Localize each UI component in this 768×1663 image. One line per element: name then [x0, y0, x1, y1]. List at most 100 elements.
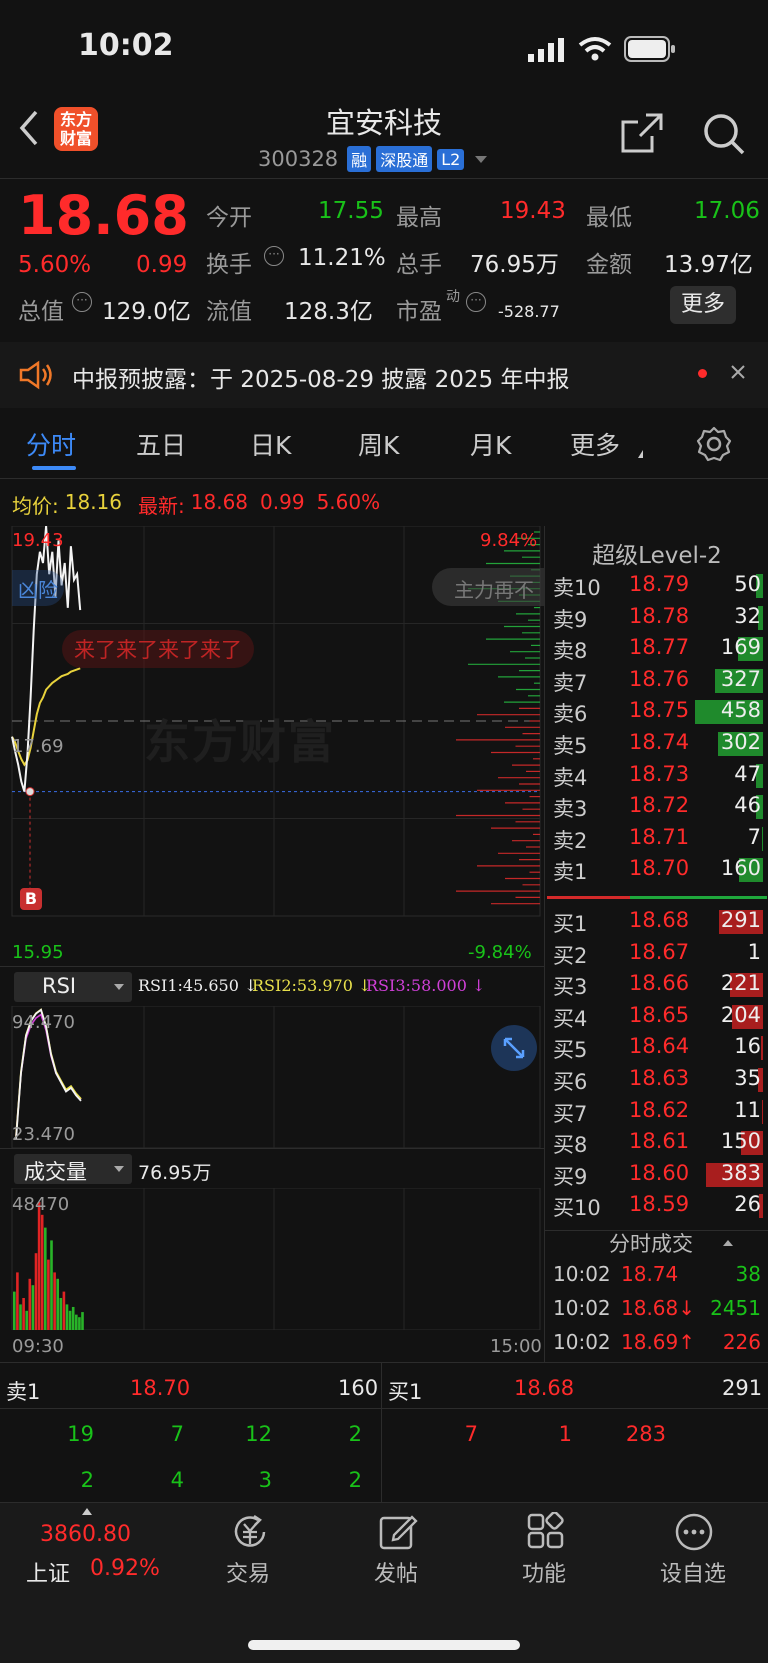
- bid-level[interactable]: 买9 18.60 383: [545, 1159, 768, 1191]
- rsi-frame: [11, 1006, 541, 1148]
- info-icon[interactable]: ···: [264, 246, 284, 266]
- tab-five-day[interactable]: 五日: [136, 426, 186, 462]
- more-button[interactable]: 更多: [670, 286, 736, 324]
- ask-level[interactable]: 卖9 18.78 32: [545, 602, 768, 634]
- close-icon[interactable]: [730, 364, 746, 380]
- trade-row: 10:02 18.74 38: [545, 1260, 768, 1294]
- nav-trade-label[interactable]: 交易: [226, 1556, 270, 1588]
- trade-icon[interactable]: [230, 1512, 270, 1552]
- rsi-bottom: 23.470: [12, 1124, 75, 1145]
- volume-bar: [71, 1306, 75, 1330]
- search-icon[interactable]: [702, 112, 746, 156]
- level-label: 买8: [553, 1133, 588, 1158]
- ask-queue-order: 4: [170, 1468, 184, 1492]
- rsi3-value: RSI3:58.000 ↓: [366, 976, 486, 995]
- level-qty: 47: [734, 761, 761, 786]
- x-label-start: 09:30: [12, 1336, 64, 1357]
- settings-icon[interactable]: [696, 426, 732, 462]
- info-icon[interactable]: ···: [72, 292, 92, 312]
- bid-level[interactable]: 买8 18.61 150: [545, 1127, 768, 1159]
- level-label: 卖9: [553, 607, 588, 632]
- watermark: 东方财富: [144, 715, 336, 769]
- level-label: 卖7: [553, 670, 588, 695]
- ask-level[interactable]: 卖6 18.75 458: [545, 696, 768, 728]
- level-price: 18.68: [629, 908, 690, 932]
- nav-post-label[interactable]: 发帖: [374, 1556, 418, 1588]
- trade-row: 10:02 18.69↑ 226: [545, 1328, 768, 1362]
- ask-level[interactable]: 卖7 18.76 327: [545, 665, 768, 697]
- divider: [0, 966, 544, 967]
- volume-bar: [56, 1278, 59, 1330]
- tab-more[interactable]: 更多: [570, 426, 620, 462]
- tab-daily-k[interactable]: 日K: [250, 426, 291, 462]
- avg-label: 均价:: [12, 494, 59, 518]
- level-qty: 46: [734, 793, 761, 818]
- watchlist-icon[interactable]: [674, 1512, 714, 1552]
- ask-level[interactable]: 卖5 18.74 302: [545, 728, 768, 760]
- volume-frame: [11, 1188, 541, 1330]
- bid-level[interactable]: 买3 18.66 221: [545, 969, 768, 1001]
- volume-chart[interactable]: [0, 1188, 544, 1330]
- share-icon[interactable]: [620, 112, 664, 154]
- mktcap-label: 总值: [18, 299, 64, 325]
- divider: [0, 1408, 768, 1409]
- level-label: 卖6: [553, 702, 588, 727]
- queue-bid-price: 18.68: [514, 1376, 575, 1400]
- index-pct[interactable]: 0.92%: [90, 1556, 160, 1581]
- float-label: 流值: [206, 299, 252, 325]
- volume-selector[interactable]: 成交量: [14, 1154, 132, 1184]
- trades-title[interactable]: 分时成交: [609, 1228, 693, 1258]
- post-icon[interactable]: [378, 1512, 418, 1552]
- rsi-selector[interactable]: RSI: [14, 972, 132, 1002]
- level-qty: 160: [720, 856, 761, 881]
- ask-queue-order: 12: [245, 1422, 272, 1446]
- index-name[interactable]: 上证: [26, 1556, 70, 1588]
- mktcap-value: 129.0亿: [102, 299, 191, 325]
- bid-level[interactable]: 买2 18.67 1: [545, 938, 768, 970]
- volume-bar: [19, 1304, 22, 1330]
- capital-tag[interactable]: 主力再不: [432, 568, 544, 606]
- functions-icon[interactable]: [526, 1512, 566, 1552]
- level-price: 18.66: [629, 971, 690, 996]
- ask-level[interactable]: 卖1 18.70 160: [545, 854, 768, 886]
- volume-total: 76.95万: [138, 1162, 212, 1184]
- level-label: 卖8: [553, 639, 588, 664]
- ask-level[interactable]: 卖3 18.72 46: [545, 791, 768, 823]
- last-pct: 5.60%: [316, 490, 381, 514]
- tab-weekly-k[interactable]: 周K: [358, 426, 399, 462]
- ask-level[interactable]: 卖8 18.77 169: [545, 633, 768, 665]
- ask-level[interactable]: 卖10 18.79 50: [545, 570, 768, 602]
- level-label: 卖3: [553, 797, 588, 822]
- ask-level[interactable]: 卖4 18.73 47: [545, 760, 768, 792]
- tab-monthly-k[interactable]: 月K: [470, 426, 511, 462]
- rsi-chart[interactable]: [0, 1006, 544, 1148]
- info-icon[interactable]: ···: [466, 292, 486, 312]
- nav-functions-label[interactable]: 功能: [522, 1556, 566, 1588]
- buy-marker[interactable]: B: [20, 888, 42, 910]
- level-qty: 458: [720, 698, 761, 723]
- tab-intraday[interactable]: 分时: [26, 426, 76, 462]
- volume-bar: [16, 1272, 19, 1330]
- pe-sup: 动: [446, 289, 460, 305]
- volume-bar: [44, 1227, 47, 1330]
- index-up-arrow-icon: [82, 1508, 92, 1515]
- trades-collapse-icon[interactable]: [723, 1240, 733, 1246]
- volume-dropdown-icon: [114, 1166, 124, 1172]
- risk-tag[interactable]: 凶险: [12, 570, 64, 606]
- ask-level[interactable]: 卖2 18.71 7: [545, 823, 768, 855]
- bid-level[interactable]: 买7 18.62 11: [545, 1096, 768, 1128]
- level2-title[interactable]: 超级Level-2: [545, 536, 768, 570]
- bid-level[interactable]: 买6 18.63 35: [545, 1064, 768, 1096]
- comment-bubble[interactable]: 来了来了来了来了: [62, 630, 254, 668]
- notice-text[interactable]: 中报预披露：于 2025-08-29 披露 2025 年中报: [72, 360, 569, 394]
- bid-level[interactable]: 买5 18.64 16: [545, 1032, 768, 1064]
- bid-level[interactable]: 买1 18.68 291: [545, 906, 768, 938]
- bid-level[interactable]: 买10 18.59 26: [545, 1190, 768, 1222]
- nav-watchlist-label[interactable]: 设自选: [660, 1556, 726, 1588]
- stock-code-row[interactable]: 300328 融 深股通 L2: [258, 146, 488, 172]
- index-value[interactable]: 3860.80: [40, 1522, 131, 1547]
- expand-icon[interactable]: [490, 1024, 538, 1072]
- level-price: 18.70: [629, 856, 690, 881]
- bid-level[interactable]: 买4 18.65 204: [545, 1001, 768, 1033]
- volume-bar: [75, 1314, 78, 1330]
